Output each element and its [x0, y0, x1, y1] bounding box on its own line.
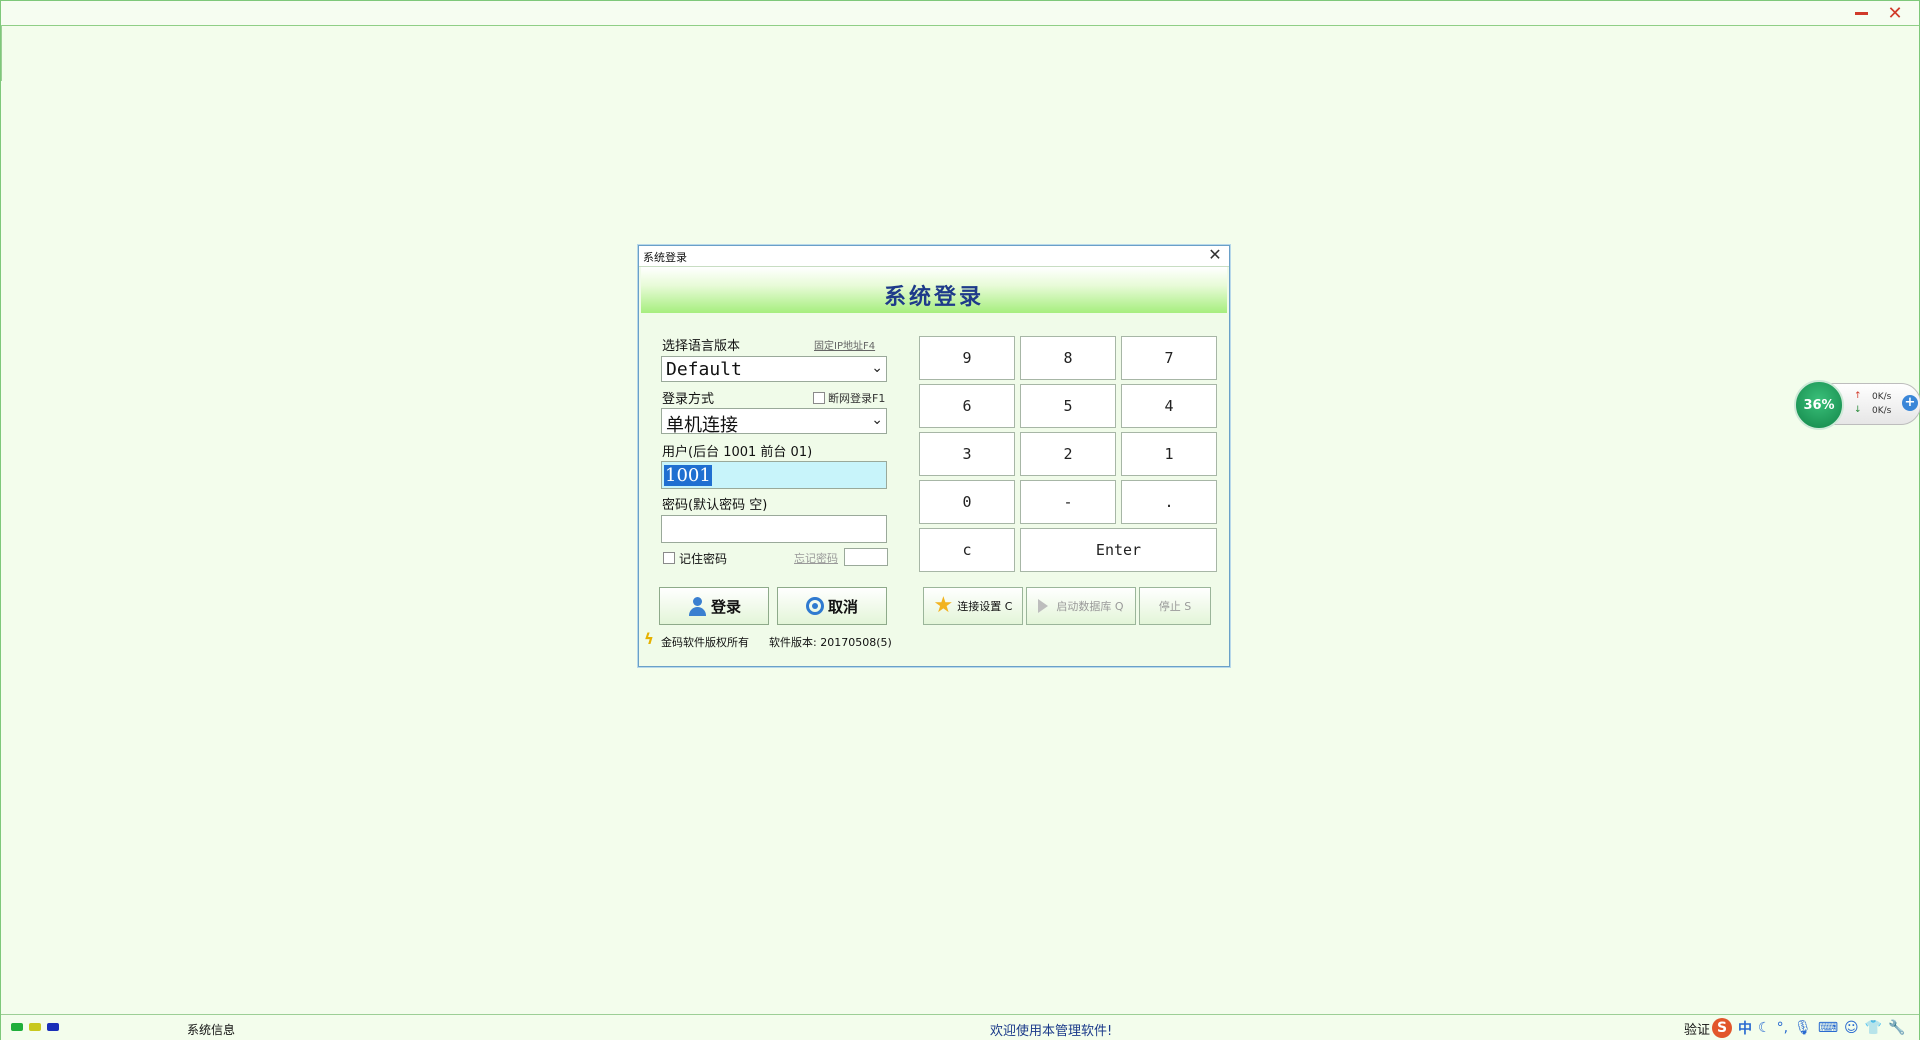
cancel-button[interactable]: 取消: [777, 587, 887, 625]
minimize-icon: [1854, 11, 1868, 15]
login-mode-label: 登录方式: [662, 392, 715, 407]
verify-text: 验证: [1684, 1022, 1711, 1038]
cancel-button-label: 取消: [827, 597, 858, 616]
keypad-key-8[interactable]: 8: [1020, 336, 1116, 380]
status-led-green: [11, 1023, 23, 1031]
language-select-value: Default: [666, 359, 742, 380]
system-info-text: 系统信息: [187, 1023, 236, 1037]
stop-label: 停止 S: [1158, 600, 1192, 613]
keypad-key-dot[interactable]: .: [1121, 480, 1217, 524]
status-bar: 系统信息 欢迎使用本管理软件! 验证 S 中 ☾ °, 🎙 ⌨ ☺ 👕 🔧: [1, 1014, 1919, 1040]
upload-arrow-icon: ↑: [1854, 391, 1862, 401]
language-select[interactable]: Default ⌄: [661, 356, 887, 382]
welcome-text: 欢迎使用本管理软件!: [990, 1024, 1113, 1039]
star-icon: ★: [933, 593, 954, 618]
language-label: 选择语言版本: [662, 339, 741, 354]
copyright-text: 金码软件版权所有: [661, 636, 749, 649]
start-database-label: 启动数据库 Q: [1056, 600, 1124, 613]
password-label: 密码(默认密码 空): [662, 498, 768, 513]
network-speed-widget[interactable]: 36% ↑ 0K/s ↓ 0K/s +: [1794, 380, 1920, 430]
keypad-key-1[interactable]: 1: [1121, 432, 1217, 476]
keypad-key-5[interactable]: 5: [1020, 384, 1116, 428]
dialog-header: 系统登录: [641, 267, 1227, 313]
login-button-label: 登录: [710, 597, 741, 616]
keypad-key-7[interactable]: 7: [1121, 336, 1217, 380]
offline-login-label: 断网登录F1: [828, 392, 886, 405]
fixed-ip-link[interactable]: 固定IP地址F4: [814, 337, 875, 352]
keypad-key-4[interactable]: 4: [1121, 384, 1217, 428]
stop-button[interactable]: 停止 S: [1139, 587, 1211, 625]
chevron-down-icon: ⌄: [871, 360, 883, 376]
status-led-yellow: [29, 1023, 41, 1031]
shirt-icon[interactable]: 👕: [1865, 1020, 1882, 1036]
keypad-key-9[interactable]: 9: [919, 336, 1015, 380]
keypad-key-0[interactable]: 0: [919, 480, 1015, 524]
cancel-icon: [805, 597, 824, 615]
keypad-key-6[interactable]: 6: [919, 384, 1015, 428]
user-label: 用户(后台 1001 前台 01): [662, 445, 813, 460]
plus-icon[interactable]: +: [1902, 395, 1918, 411]
user-icon: [687, 596, 707, 616]
login-button[interactable]: 登录: [659, 587, 769, 625]
wrench-icon[interactable]: 🔧: [1888, 1020, 1905, 1036]
dialog-heading: 系统登录: [883, 284, 984, 310]
login-mode-select-value: 单机连接: [666, 415, 738, 436]
keypad-key-enter[interactable]: Enter: [1020, 528, 1217, 572]
gauge-percent: 36%: [1803, 397, 1835, 413]
sogou-ime-icon[interactable]: S: [1712, 1018, 1733, 1038]
cpu-gauge: 36%: [1794, 380, 1844, 430]
version-text: 软件版本: 20170508(5): [769, 636, 892, 649]
keyboard-icon[interactable]: ⌨: [1818, 1020, 1838, 1036]
moon-icon[interactable]: ☾: [1758, 1020, 1771, 1036]
dialog-titlebar: 系统登录 ✕: [639, 246, 1229, 267]
remember-password-checkbox[interactable]: [663, 552, 675, 564]
punctuation-icon[interactable]: °,: [1777, 1020, 1788, 1036]
remember-password-label: 记住密码: [679, 552, 728, 566]
dialog-window-title: 系统登录: [643, 251, 687, 264]
lightning-icon: ϟ: [644, 630, 654, 648]
download-arrow-icon: ↓: [1854, 405, 1862, 415]
start-database-button[interactable]: 启动数据库 Q: [1026, 587, 1136, 625]
upload-rate: 0K/s: [1872, 392, 1892, 402]
keypad-key-3[interactable]: 3: [919, 432, 1015, 476]
offline-login-checkbox[interactable]: [813, 392, 825, 404]
close-icon: ✕: [1887, 2, 1903, 24]
main-titlebar: ✕: [1, 1, 1919, 26]
password-input[interactable]: [661, 515, 887, 543]
keypad-key-clear[interactable]: c: [919, 528, 1015, 572]
microphone-icon[interactable]: 🎙: [1794, 1020, 1812, 1036]
connect-settings-button[interactable]: ★ 连接设置 C: [923, 587, 1023, 625]
user-input-value: 1001: [664, 465, 712, 486]
keypad-key-minus[interactable]: -: [1020, 480, 1116, 524]
ime-mode-indicator[interactable]: 中: [1738, 1018, 1752, 1038]
user-profile-icon[interactable]: ☺: [1844, 1020, 1859, 1036]
play-icon: [1038, 599, 1049, 613]
left-edge-divider: [1, 25, 2, 81]
main-window: ✕ 系统登录 ✕ 系统登录 选择语言版本 固定IP地址F4 Default ⌄ …: [0, 0, 1920, 1040]
forget-password-link[interactable]: 忘记密码: [794, 550, 838, 566]
dialog-close-button[interactable]: ✕: [1207, 247, 1223, 263]
login-mode-select[interactable]: 单机连接 ⌄: [661, 408, 887, 436]
login-dialog: 系统登录 ✕ 系统登录 选择语言版本 固定IP地址F4 Default ⌄ 登录…: [638, 245, 1230, 667]
connect-settings-label: 连接设置 C: [957, 600, 1013, 613]
forget-password-field[interactable]: [844, 548, 888, 566]
chevron-down-icon: ⌄: [871, 412, 883, 428]
status-led-blue: [47, 1023, 59, 1031]
minimize-button[interactable]: [1849, 3, 1873, 23]
user-input[interactable]: 1001: [661, 461, 887, 489]
ime-tray: 验证 S 中 ☾ °, 🎙 ⌨ ☺ 👕 🔧: [1684, 1018, 1912, 1038]
keypad-key-2[interactable]: 2: [1020, 432, 1116, 476]
close-button[interactable]: ✕: [1883, 2, 1907, 24]
download-rate: 0K/s: [1872, 406, 1892, 416]
